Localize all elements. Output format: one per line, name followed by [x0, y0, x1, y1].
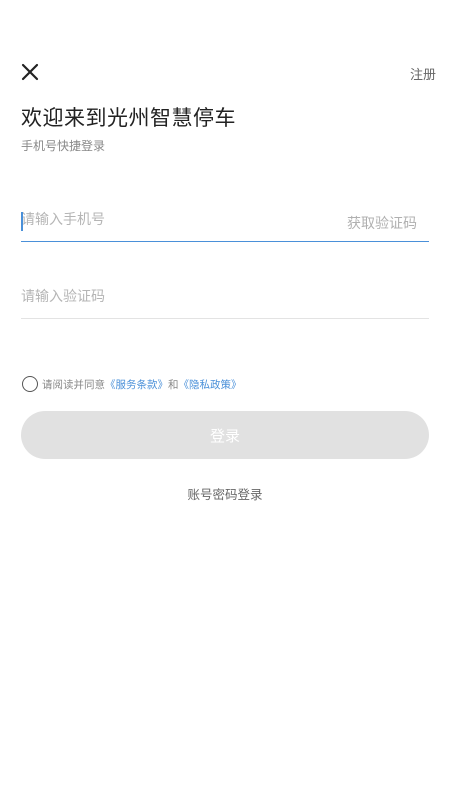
agreement-prefix: 请阅读并同意	[42, 378, 105, 391]
terms-of-service-link[interactable]: 《服务条款》	[105, 377, 168, 392]
close-icon	[21, 63, 39, 81]
close-button[interactable]	[18, 60, 42, 84]
verification-code-input[interactable]	[21, 279, 429, 315]
page-title: 欢迎来到光州智慧停车	[21, 106, 236, 130]
login-button[interactable]: 登录	[21, 411, 429, 459]
privacy-policy-link[interactable]: 《隐私政策》	[179, 377, 242, 392]
agreement-and: 和	[168, 378, 179, 391]
register-link[interactable]: 注册	[410, 64, 436, 83]
agreement-checkbox[interactable]	[22, 376, 38, 392]
page-subtitle: 手机号快捷登录	[21, 139, 106, 153]
password-login-link[interactable]: 账号密码登录	[0, 484, 450, 503]
phone-field: 获取验证码	[21, 202, 429, 242]
agreement-row: 请阅读并同意 《服务条款》 和 《隐私政策》	[22, 374, 242, 394]
text-caret	[21, 212, 23, 231]
phone-field-underline	[21, 240, 429, 242]
phone-input[interactable]	[21, 202, 321, 238]
login-page: 注册 欢迎来到光州智慧停车 手机号快捷登录 获取验证码 请阅读并同意 《服务条款…	[0, 0, 450, 800]
code-field	[21, 279, 429, 319]
code-field-underline	[21, 318, 429, 319]
get-code-button[interactable]: 获取验证码	[347, 213, 417, 233]
